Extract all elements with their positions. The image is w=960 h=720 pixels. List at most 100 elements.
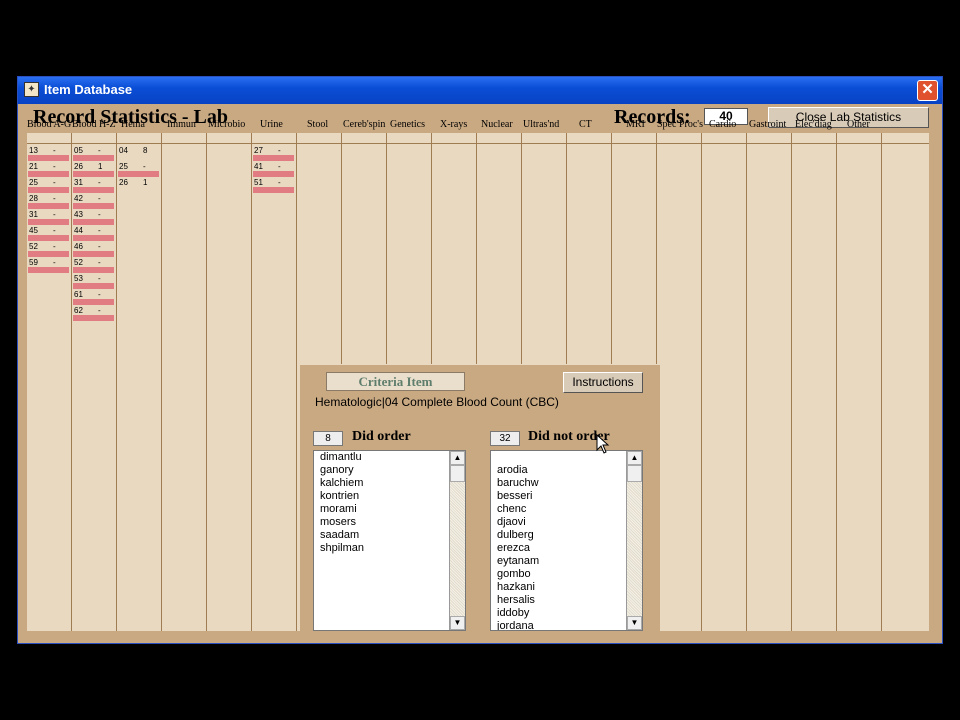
list-item[interactable]: saadam [320, 529, 465, 542]
list-item[interactable] [497, 451, 642, 464]
list-item[interactable]: kalchiem [320, 477, 465, 490]
list-item[interactable]: baruchw [497, 477, 642, 490]
column-header[interactable]: CT [579, 119, 592, 130]
record-entry[interactable]: 42 - [73, 194, 116, 210]
record-value: - [143, 162, 146, 171]
column-header[interactable]: Genetics [390, 119, 425, 130]
list-item[interactable]: besseri [497, 490, 642, 503]
record-value: - [278, 146, 281, 155]
did-not-order-scrollbar[interactable]: ▲ ▼ [626, 451, 642, 630]
record-bar [253, 155, 294, 161]
record-entry[interactable]: 26 1 [73, 162, 116, 178]
column-header[interactable]: Spec Proc's [657, 119, 703, 130]
scroll-up-arrow-icon[interactable]: ▲ [450, 451, 465, 465]
list-item[interactable]: kontrien [320, 490, 465, 503]
list-item[interactable]: iddoby [497, 607, 642, 620]
record-entry[interactable]: 31 - [28, 210, 71, 226]
scroll-thumb[interactable] [450, 465, 465, 482]
column-header[interactable]: Nuclear [481, 119, 513, 130]
record-id: 45 [29, 226, 38, 235]
record-entry[interactable]: 51 - [253, 178, 296, 194]
category-column: Immun [162, 119, 207, 631]
list-item[interactable]: chenc [497, 503, 642, 516]
record-entry[interactable]: 43 - [73, 210, 116, 226]
record-entry[interactable]: 61 - [73, 290, 116, 306]
list-item[interactable]: hazkani [497, 581, 642, 594]
record-entry[interactable]: 52 - [73, 258, 116, 274]
record-entry[interactable]: 05 - [73, 146, 116, 162]
record-entry[interactable]: 53 - [73, 274, 116, 290]
column-header[interactable]: Stool [307, 119, 328, 130]
record-entry[interactable]: 25 - [118, 162, 161, 178]
column-header[interactable]: X-rays [440, 119, 467, 130]
list-item[interactable]: gombo [497, 568, 642, 581]
list-item[interactable]: mosers [320, 516, 465, 529]
record-id: 46 [74, 242, 83, 251]
record-value: - [278, 178, 281, 187]
list-item[interactable]: shpilman [320, 542, 465, 555]
list-item[interactable]: morami [320, 503, 465, 516]
scroll-up-arrow-icon[interactable]: ▲ [627, 451, 642, 465]
record-value: - [98, 226, 101, 235]
scroll-thumb[interactable] [627, 465, 642, 482]
record-bar [73, 283, 114, 289]
column-header[interactable]: Cereb'spin [343, 119, 385, 130]
column-header[interactable]: Urine [260, 119, 283, 130]
title-bar[interactable]: ✦ Item Database ✕ [18, 77, 942, 104]
record-bar [118, 171, 159, 177]
list-item[interactable]: erezca [497, 542, 642, 555]
record-value: - [278, 162, 281, 171]
list-item[interactable]: djaovi [497, 516, 642, 529]
record-value: - [53, 178, 56, 187]
criteria-item-button[interactable]: Criteria Item [326, 372, 465, 391]
record-entry[interactable]: 13 - [28, 146, 71, 162]
record-entry[interactable]: 46 - [73, 242, 116, 258]
column-header[interactable]: MRI [626, 119, 645, 130]
record-id: 26 [119, 178, 128, 187]
window-close-button[interactable]: ✕ [917, 80, 938, 101]
record-entry[interactable]: 27 - [253, 146, 296, 162]
list-item[interactable]: eytanam [497, 555, 642, 568]
did-order-list[interactable]: dimantlu ganory kalchiem kontrien morami mose… [313, 450, 466, 631]
column-header[interactable]: Gastroint [749, 119, 786, 130]
column-header[interactable]: Ultras'nd [523, 119, 559, 130]
record-entry[interactable]: 45 - [28, 226, 71, 242]
record-value: - [53, 258, 56, 267]
record-entry[interactable]: 28 - [28, 194, 71, 210]
column-header[interactable]: Elec'diag [795, 119, 832, 130]
record-entry[interactable]: 44 - [73, 226, 116, 242]
column-header[interactable]: Immun [167, 119, 196, 130]
column-header[interactable]: Hema [121, 119, 145, 130]
record-bar [73, 299, 114, 305]
column-header[interactable]: Blood A-G [27, 119, 71, 130]
record-bar [73, 187, 114, 193]
scroll-down-arrow-icon[interactable]: ▼ [450, 616, 465, 630]
record-entry[interactable]: 41 - [253, 162, 296, 178]
column-header[interactable]: Blood H-Z [72, 119, 116, 130]
list-item[interactable]: hersalis [497, 594, 642, 607]
record-entry[interactable]: 21 - [28, 162, 71, 178]
instructions-button[interactable]: Instructions [563, 372, 643, 393]
record-bar [28, 187, 69, 193]
record-entry[interactable]: 59 - [28, 258, 71, 274]
list-item[interactable]: arodia [497, 464, 642, 477]
record-entry[interactable]: 26 1 [118, 178, 161, 194]
list-item[interactable]: jordana [497, 620, 642, 630]
record-bar [73, 203, 114, 209]
list-item[interactable]: ganory [320, 464, 465, 477]
scroll-down-arrow-icon[interactable]: ▼ [627, 616, 642, 630]
did-not-order-list[interactable]: arodia baruchw besseri chenc djaovi dulberg er… [490, 450, 643, 631]
list-item[interactable]: dimantlu [320, 451, 465, 464]
record-entry[interactable]: 25 - [28, 178, 71, 194]
record-entry[interactable]: 04 8 [118, 146, 161, 162]
record-id: 05 [74, 146, 83, 155]
column-header[interactable]: Cardio [709, 119, 736, 130]
list-item[interactable]: dulberg [497, 529, 642, 542]
record-value: 1 [143, 178, 148, 187]
record-entry[interactable]: 31 - [73, 178, 116, 194]
did-order-scrollbar[interactable]: ▲ ▼ [449, 451, 465, 630]
column-header[interactable]: Other [847, 119, 870, 130]
record-entry[interactable]: 62 - [73, 306, 116, 322]
record-entry[interactable]: 52 - [28, 242, 71, 258]
column-header[interactable]: Microbio [208, 119, 245, 130]
